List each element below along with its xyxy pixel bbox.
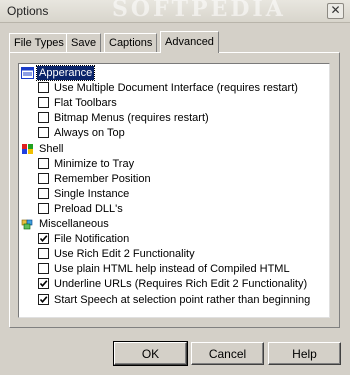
option-label: Underline URLs (Requires Rich Edit 2 Fun…	[54, 278, 308, 291]
option-label: Single Instance	[54, 187, 130, 200]
option-label: Minimize to Tray	[54, 157, 135, 170]
title-bar: Options SOFTPEDIA ✕	[0, 0, 350, 23]
tab-save[interactable]: Save	[66, 33, 102, 52]
option-label: Always on Top	[54, 127, 125, 140]
tab-file-types[interactable]: File Types	[9, 33, 69, 52]
help-button[interactable]: Help	[268, 342, 341, 365]
option-checkbox[interactable]	[38, 248, 49, 260]
option-label: File Notification	[54, 233, 130, 246]
option-checkbox[interactable]	[38, 97, 49, 109]
option-checkbox[interactable]	[38, 202, 49, 214]
puzzle-icon	[21, 218, 34, 230]
option-label: Remember Position	[54, 172, 151, 185]
close-button[interactable]: ✕	[327, 3, 344, 19]
group-label: Apperance	[35, 65, 96, 81]
windows-flag-icon	[21, 143, 34, 155]
option-checkbox[interactable]	[38, 263, 49, 275]
option-checkbox[interactable]	[38, 112, 49, 124]
tab-advanced[interactable]: Advanced	[160, 31, 219, 53]
option-label: Use plain HTML help instead of Compiled …	[54, 263, 290, 276]
option-checkbox[interactable]	[38, 187, 49, 199]
cancel-button[interactable]: Cancel	[191, 342, 264, 365]
option-label: Use Rich Edit 2 Functionality	[54, 248, 195, 261]
window-icon	[21, 67, 34, 79]
option-label: Preload DLL's	[54, 202, 123, 215]
option-label: Flat Toolbars	[54, 97, 117, 110]
advanced-panel: Apperance Use Multiple Document Interface…	[9, 52, 340, 328]
option-label: Use Multiple Document Interface (require…	[54, 82, 298, 95]
tab-captions[interactable]: Captions	[104, 33, 158, 52]
option-checkbox[interactable]	[38, 293, 49, 305]
option-label: Start Speech at selection point rather t…	[54, 293, 311, 306]
option-checkbox[interactable]	[38, 82, 49, 94]
option-checkbox[interactable]	[38, 127, 49, 139]
option-label: Bitmap Menus (requires restart)	[54, 112, 209, 125]
option-checkbox[interactable]	[38, 233, 49, 245]
ok-button[interactable]: OK	[113, 341, 188, 366]
window-title: Options	[7, 4, 49, 18]
watermark: SOFTPEDIA	[112, 0, 286, 22]
option-checkbox[interactable]	[38, 157, 49, 169]
group-label: Shell	[39, 142, 64, 155]
group-label: Miscellaneous	[39, 218, 109, 230]
options-tree[interactable]: Apperance Use Multiple Document Interface…	[18, 63, 330, 318]
option-checkbox[interactable]	[38, 172, 49, 184]
option-checkbox[interactable]	[38, 278, 49, 290]
